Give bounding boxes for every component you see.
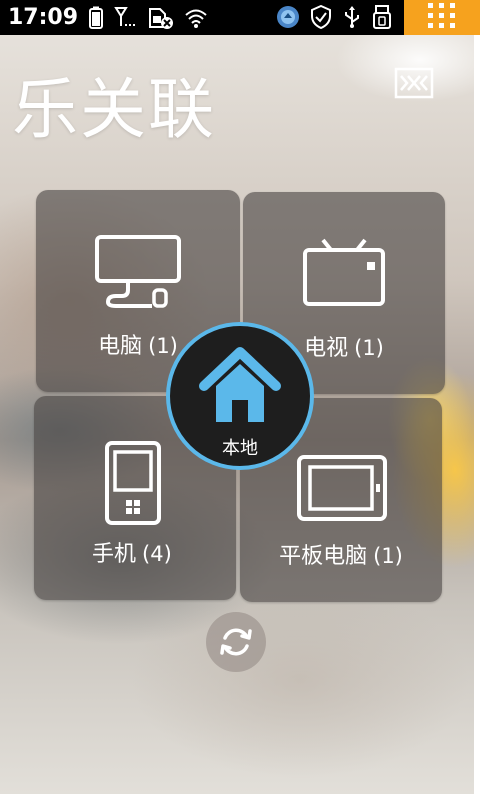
local-button[interactable]: 本地 [166, 322, 314, 470]
status-time: 17:09 [8, 5, 79, 30]
tv-icon [301, 236, 387, 312]
wifi-icon [184, 6, 208, 30]
home-icon [196, 342, 284, 432]
status-bar: 17:09 [0, 0, 480, 35]
device-name: 电脑 [98, 334, 143, 359]
device-name: 电视 [304, 336, 349, 361]
computer-icon [94, 234, 184, 314]
tile-phone-label: 手机 (4) [92, 536, 172, 568]
refresh-button[interactable] [206, 612, 266, 672]
shield-icon [310, 5, 332, 29]
battery-icon [88, 6, 104, 30]
app-grid-icon [427, 2, 457, 34]
local-label: 本地 [222, 438, 258, 459]
device-name: 手机 [92, 542, 137, 567]
device-count: (1) [354, 336, 384, 360]
device-count: (1) [148, 334, 178, 358]
app-badge-icon [276, 5, 300, 29]
refresh-icon [220, 628, 252, 656]
tablet-icon [296, 454, 388, 526]
right-edge [474, 30, 480, 800]
signal-icon [114, 6, 138, 30]
device-count: (1) [373, 544, 403, 568]
device-count: (4) [142, 542, 172, 566]
switch-device-icon [394, 67, 434, 104]
usb-storage-icon [372, 5, 392, 29]
switch-device-button[interactable] [394, 66, 434, 100]
app-title: 乐关联 [12, 71, 216, 148]
tile-tablet-label: 平板电脑 (1) [240, 538, 442, 570]
bottom-edge [0, 794, 480, 800]
sim-blocked-icon [148, 6, 174, 30]
app-grid-button[interactable] [404, 0, 480, 35]
phone-icon [104, 440, 162, 530]
usb-icon [342, 5, 362, 29]
device-name: 平板电脑 [279, 544, 368, 569]
